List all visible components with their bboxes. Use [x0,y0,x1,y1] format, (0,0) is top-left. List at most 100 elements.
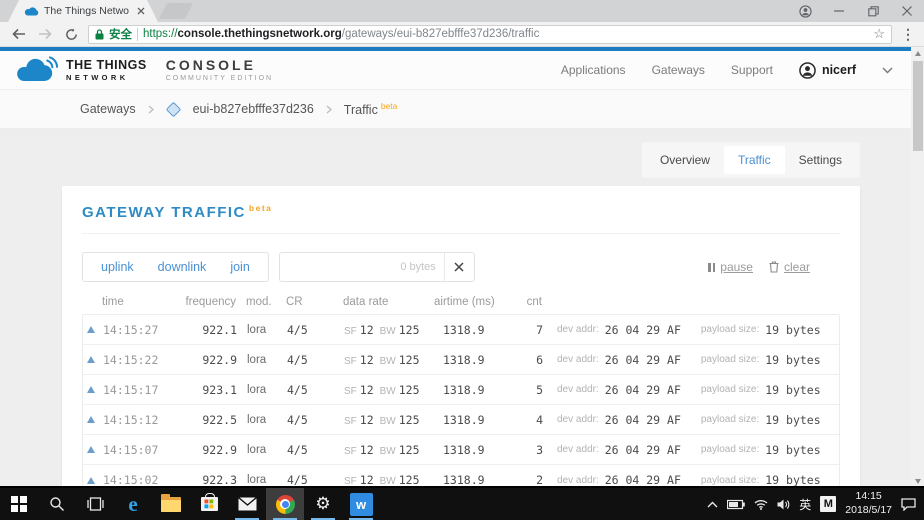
tray-chevron-up-icon[interactable] [707,501,718,508]
row-data-rate: SF12BW125 [339,473,435,487]
task-view-icon[interactable] [76,488,114,520]
browser-menu-icon[interactable]: ⋮ [898,26,918,43]
row-modulation: lora [237,354,283,366]
traffic-controls: uplink downlink join pause [82,252,840,282]
traffic-row[interactable]: 14:15:27 922.1 lora 4/5 SF12BW125 1318.9… [83,315,839,345]
tab-traffic[interactable]: Traffic [724,146,785,174]
taskbar-clock[interactable]: 14:15 2018/5/17 [845,490,892,517]
filter-uplink-button[interactable]: uplink [89,260,146,274]
volume-icon[interactable] [777,499,790,510]
filter-group: uplink downlink join [82,252,269,282]
uplink-icon [87,326,95,333]
row-payload-size: 19 bytes [765,323,820,337]
browser-tabstrip: The Things Network C [0,0,924,22]
wifi-icon[interactable] [754,499,768,510]
tab-close-icon[interactable] [134,4,148,18]
ttn-logo[interactable]: THE THINGS NETWORK CONSOLE COMMUNITY EDI… [12,55,273,85]
row-dev-addr: 26 04 29 AF [605,383,681,397]
user-menu[interactable]: nicerf [799,62,856,79]
filter-downlink-button[interactable]: downlink [146,260,219,274]
scrollbar-thumb[interactable] [913,61,923,151]
row-count: 3 [511,443,543,457]
browser-tab[interactable]: The Things Network C [8,0,158,22]
row-meta: dev addr:26 04 29 AF payload size:19 byt… [543,323,839,337]
settings-gear-icon[interactable]: ⚙ [304,488,342,520]
back-icon[interactable] [6,23,32,45]
ime-mode-indicator[interactable]: M [820,496,836,512]
action-center-icon[interactable] [901,498,916,511]
gateway-traffic-panel: GATEWAY TRAFFICbeta uplink downlink join… [62,186,860,488]
browser-toolbar: 安全 https://console.thethingsnetwork.org/… [0,22,924,47]
row-count: 5 [511,383,543,397]
clock-time: 14:15 [856,490,882,502]
row-dev-addr: 26 04 29 AF [605,353,681,367]
stream-controls: pause clear [708,260,810,274]
mail-icon[interactable] [228,488,266,520]
row-data-rate: SF12BW125 [339,383,435,397]
row-meta: dev addr:26 04 29 AF payload size:19 byt… [543,413,839,427]
close-icon[interactable] [890,0,924,22]
start-button[interactable] [0,488,38,520]
traffic-row[interactable]: 14:15:07 922.9 lora 4/5 SF12BW125 1318.9… [83,435,839,465]
store-icon[interactable] [190,488,228,520]
chevron-right-icon [148,105,154,114]
row-frequency: 922.5 [165,413,237,427]
tab-overview[interactable]: Overview [646,146,724,174]
scroll-up-icon[interactable] [911,47,924,60]
profile-icon[interactable] [788,0,822,22]
row-airtime: 1318.9 [435,443,511,457]
nav-gateways[interactable]: Gateways [652,63,705,77]
minimize-icon[interactable] [822,0,856,22]
traffic-row[interactable]: 14:15:17 923.1 lora 4/5 SF12BW125 1318.9… [83,375,839,405]
new-tab-button[interactable] [159,3,194,19]
pause-button[interactable]: pause [708,260,753,274]
payload-filter-input[interactable] [280,253,444,281]
row-frequency: 922.9 [165,443,237,457]
taskbar: e ⚙ w 英 M 14:15 2018/5/17 [0,488,924,520]
ime-language-indicator[interactable]: 英 [799,496,811,513]
clock-date: 2018/5/17 [845,504,892,516]
gateway-diamond-icon [165,101,181,117]
row-coding-rate: 4/5 [283,353,339,367]
row-coding-rate: 4/5 [283,323,339,337]
bookmark-star-icon[interactable]: ☆ [873,26,885,42]
ttn-cloud-icon [12,55,59,85]
row-modulation: lora [237,324,283,336]
pinned-app-icon[interactable]: w [342,488,380,520]
page-title: GATEWAY TRAFFICbeta [82,186,840,234]
row-coding-rate: 4/5 [283,473,339,487]
row-payload-size: 19 bytes [765,353,820,367]
edge-icon[interactable]: e [114,488,152,520]
forward-icon[interactable] [32,23,58,45]
tab-settings[interactable]: Settings [785,146,856,174]
row-dev-addr: 26 04 29 AF [605,473,681,487]
console-edition: COMMUNITY EDITION [166,75,273,82]
nav-applications[interactable]: Applications [561,63,626,77]
traffic-row[interactable]: 14:15:22 922.9 lora 4/5 SF12BW125 1318.9… [83,345,839,375]
battery-icon[interactable] [727,499,745,510]
address-bar[interactable]: 安全 https://console.thethingsnetwork.org/… [88,25,892,44]
trash-icon [769,261,779,273]
chrome-icon[interactable] [266,488,304,520]
row-dev-addr: 26 04 29 AF [605,443,681,457]
row-time: 14:15:17 [103,383,165,397]
reload-icon[interactable] [58,23,84,45]
traffic-row[interactable]: 14:15:12 922.5 lora 4/5 SF12BW125 1318.9… [83,405,839,435]
breadcrumb-gateway-id[interactable]: eui-b827ebfffe37d236 [193,102,314,116]
gateway-tabs: Overview Traffic Settings [642,142,860,178]
pause-icon [708,263,715,272]
file-explorer-icon[interactable] [152,488,190,520]
breadcrumb-gateways[interactable]: Gateways [80,102,136,116]
taskbar-search-icon[interactable] [38,488,76,520]
row-frequency: 922.9 [165,353,237,367]
page-scrollbar[interactable] [911,47,924,488]
clear-button[interactable]: clear [769,260,810,274]
filter-join-button[interactable]: join [218,260,261,274]
nav-support[interactable]: Support [731,63,773,77]
row-data-rate: SF12BW125 [339,353,435,367]
row-modulation: lora [237,414,283,426]
clear-search-icon[interactable] [444,253,474,281]
restore-icon[interactable] [856,0,890,22]
chevron-down-icon[interactable] [882,67,893,74]
row-data-rate: SF12BW125 [339,443,435,457]
